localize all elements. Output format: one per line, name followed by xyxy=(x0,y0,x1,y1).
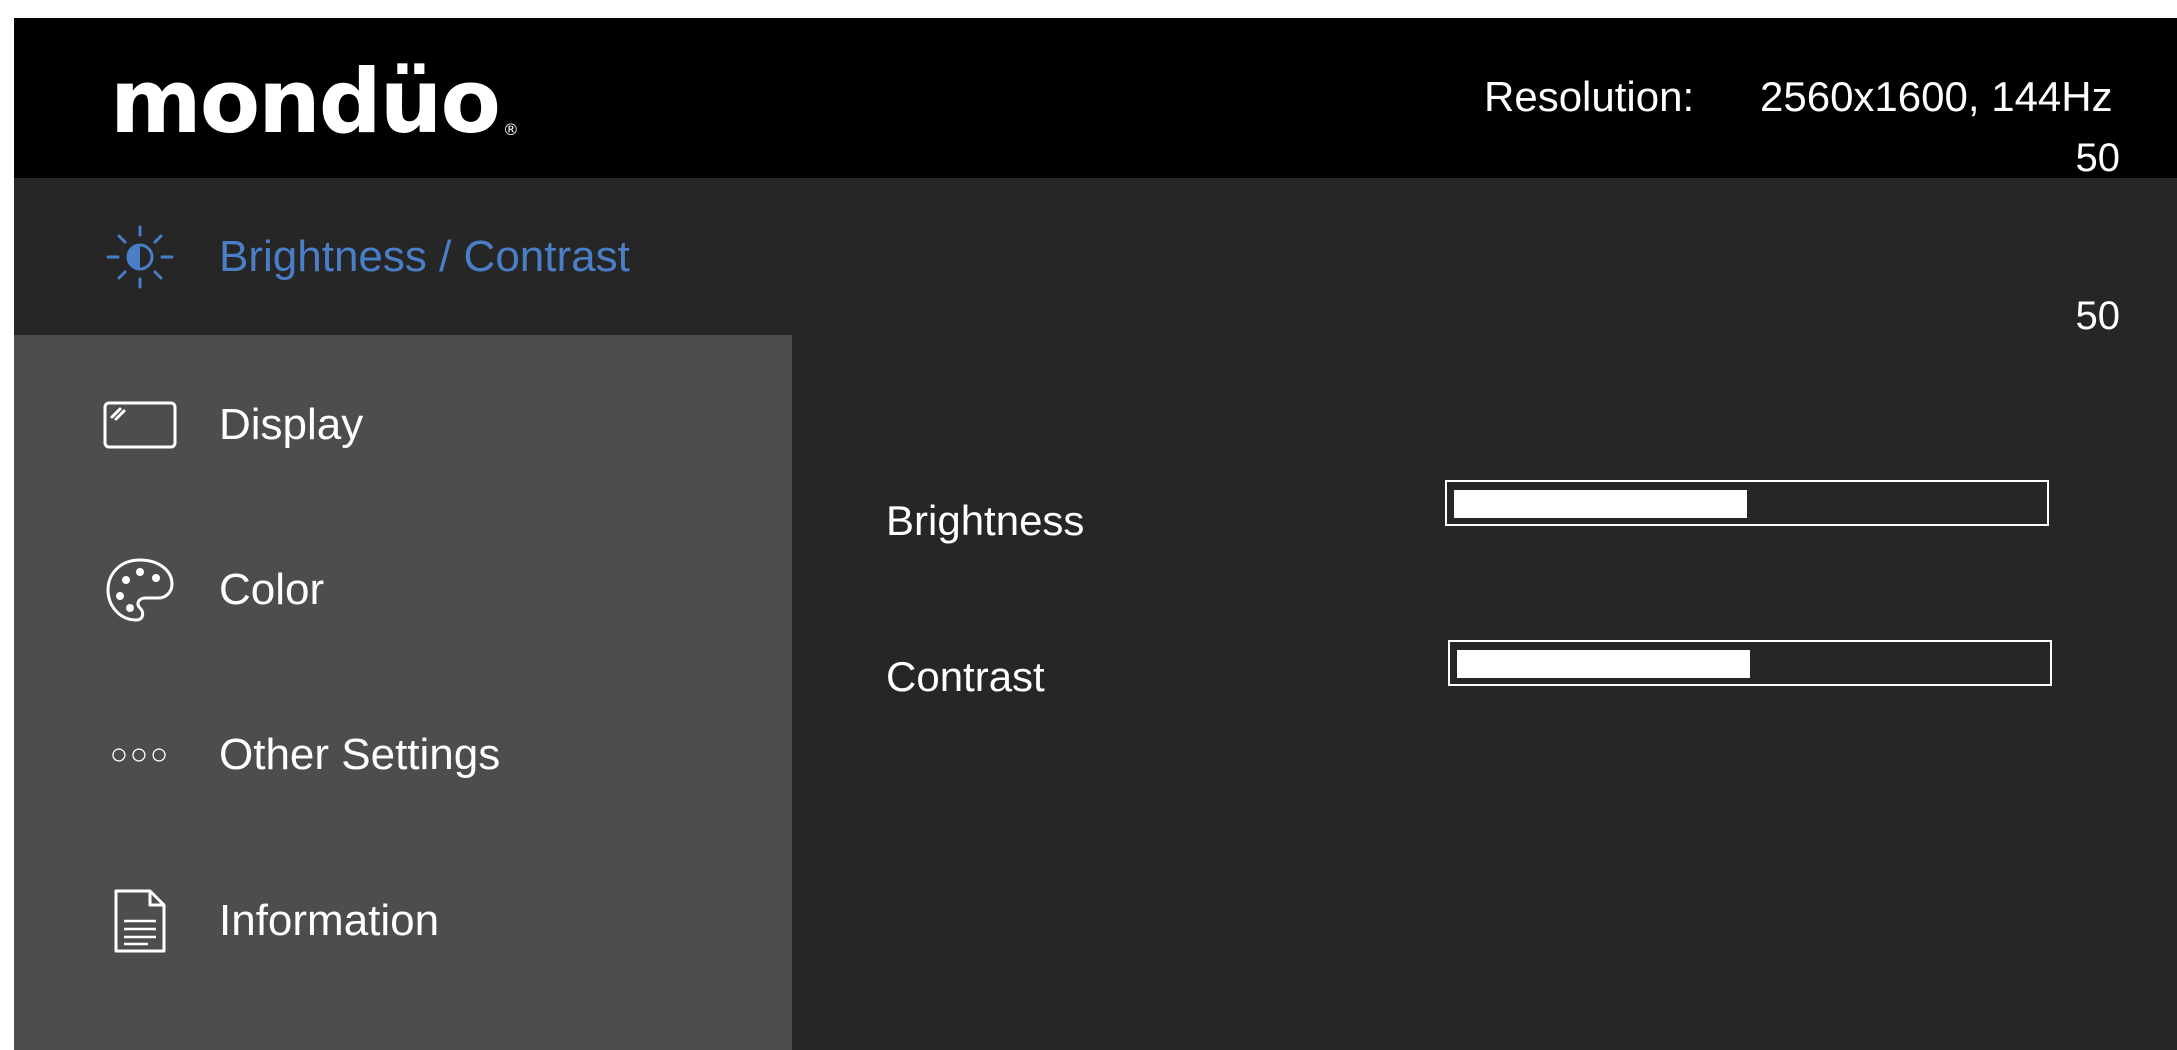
menu-item-other-settings[interactable]: ○○○ Other Settings xyxy=(14,676,792,833)
brightness-contrast-panel: Brightness Contrast xyxy=(792,178,2177,1050)
menu-item-label: Other Settings xyxy=(219,729,501,779)
menu-item-display[interactable]: Display xyxy=(14,346,792,503)
logo-text: mondüo xyxy=(110,50,501,153)
brightness-slider-fill xyxy=(1454,490,1747,518)
registered-mark: ® xyxy=(502,120,519,139)
monitor-osd: mondüo ® Resolution: 2560x1600, 144Hz 50… xyxy=(14,18,2177,1050)
menu-item-label: Information xyxy=(219,895,440,945)
menu-item-information[interactable]: Information xyxy=(14,842,792,999)
resolution-label: Resolution: xyxy=(1484,73,1695,120)
contrast-slider[interactable] xyxy=(1448,640,2052,686)
display-icon xyxy=(102,389,178,461)
osd-header: mondüo ® Resolution: 2560x1600, 144Hz xyxy=(14,18,2177,178)
brightness-slider[interactable] xyxy=(1445,480,2049,526)
brand-logo: mondüo ® xyxy=(110,46,519,146)
contrast-label: Contrast xyxy=(886,653,1045,700)
brightness-icon xyxy=(102,221,178,293)
brightness-value-readout: 50 xyxy=(2075,136,2121,180)
menu-item-label: Color xyxy=(219,564,325,614)
menu-item-brightness-contrast[interactable]: Brightness / Contrast xyxy=(14,178,792,335)
resolution-value: 2560x1600, 144Hz xyxy=(1760,73,2113,120)
menu-item-label: Brightness / Contrast xyxy=(219,231,630,281)
contrast-slider-fill xyxy=(1457,650,1750,678)
dots-icon: ○○○ xyxy=(102,719,178,791)
dots-glyph: ○○○ xyxy=(109,737,171,771)
brightness-label: Brightness xyxy=(886,497,1085,544)
palette-icon xyxy=(102,554,178,626)
menu-item-color[interactable]: Color xyxy=(14,511,792,668)
document-icon xyxy=(102,885,178,957)
menu-item-label: Display xyxy=(219,399,364,449)
osd-sidebar-menu: Brightness / Contrast Display Color ○○○ … xyxy=(14,178,792,1050)
